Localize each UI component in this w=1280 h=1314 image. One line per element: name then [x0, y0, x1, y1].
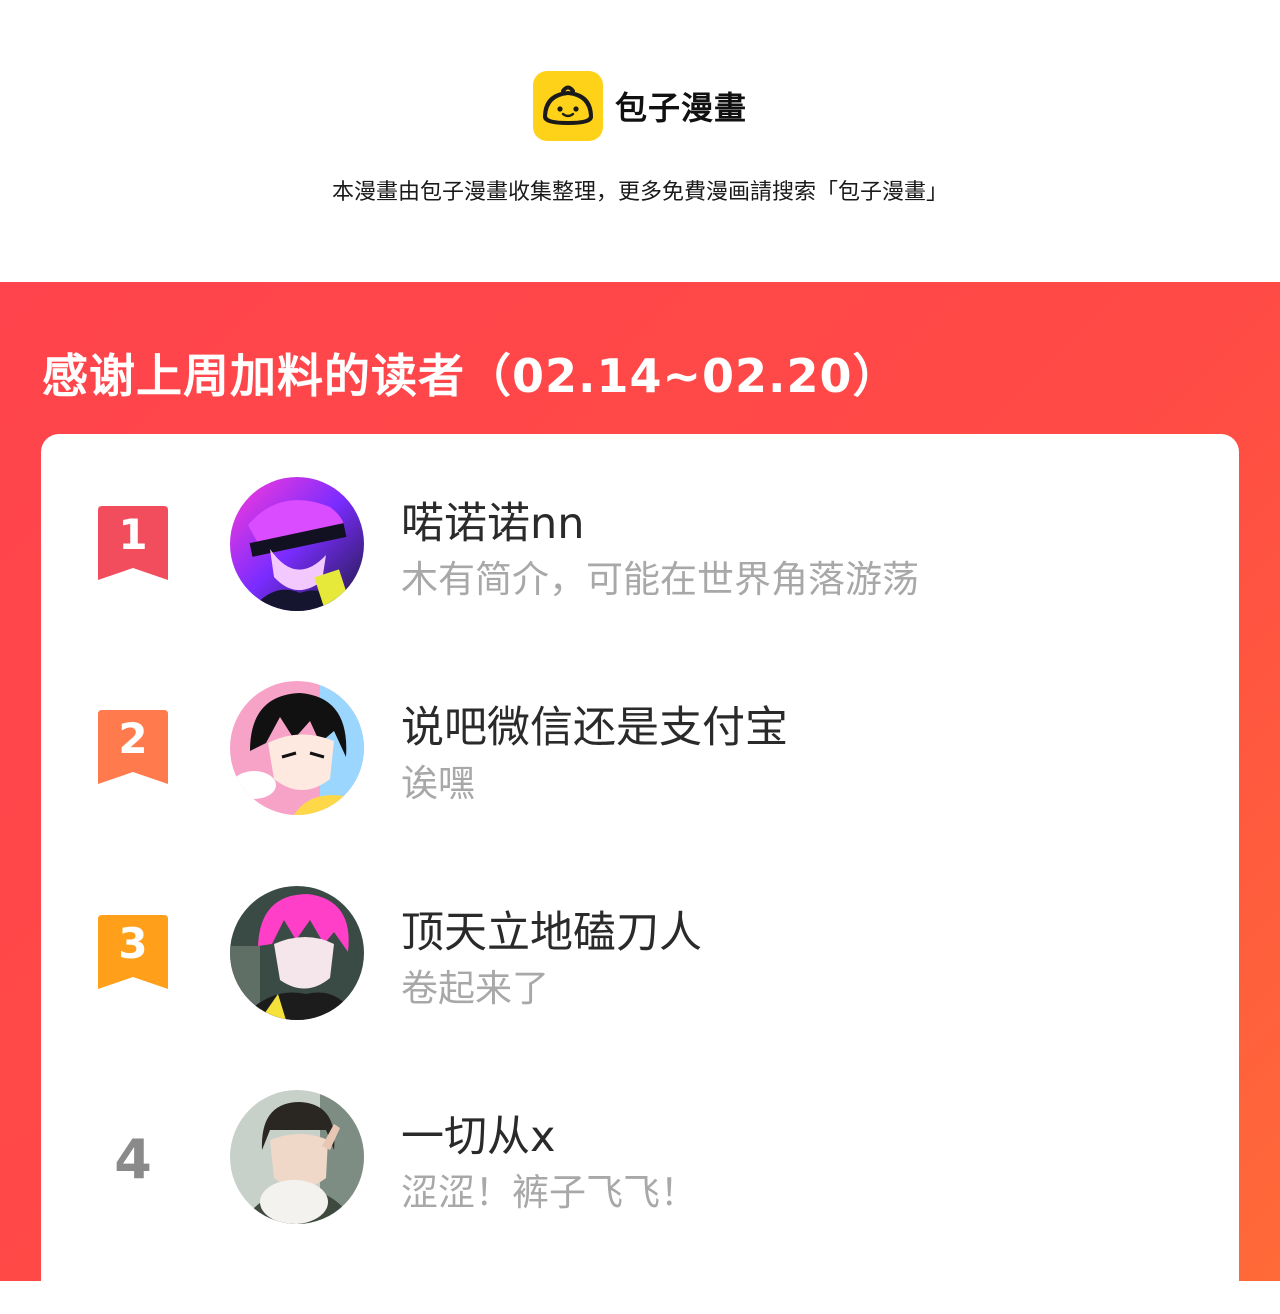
list-item[interactable]: 2 说吧微信还是支付宝 诶嘿	[41, 679, 1239, 819]
reader-name: 喏诺诺nn	[401, 499, 585, 549]
list-item[interactable]: 3 顶天立地磕刀人 卷起来了	[41, 884, 1239, 1024]
reader-name: 说吧微信还是支付宝	[401, 703, 788, 753]
reader-bio: 涩涩！裤子飞飞！	[401, 1171, 697, 1214]
rank-badge: 1	[98, 506, 168, 580]
rank-badge: 2	[98, 710, 168, 784]
list-item[interactable]: 1 喏诺诺nn 木有简介，可能在世界角落游荡	[41, 475, 1239, 615]
brand-name: 包子漫畫	[615, 89, 748, 127]
rank-badge: 3	[98, 915, 168, 989]
reader-bio: 木有简介，可能在世界角落游荡	[401, 558, 919, 601]
avatar[interactable]	[230, 886, 364, 1020]
reader-bio: 诶嘿	[401, 762, 475, 805]
supporters-panel: 感谢上周加料的读者（02.14~02.20） 1 喏诺诺nn 木有简介，可能在世…	[0, 282, 1280, 1314]
panel-title: 感谢上周加料的读者（02.14~02.20）	[42, 349, 900, 403]
avatar[interactable]	[230, 1090, 364, 1224]
avatar[interactable]	[230, 477, 364, 611]
reader-bio: 卷起来了	[401, 967, 549, 1010]
list-item[interactable]: 4 一切从x 涩涩！裤子飞飞！	[41, 1088, 1239, 1228]
reader-list: 1 喏诺诺nn 木有简介，可能在世界角落游荡 2 说吧微信还是支付宝 诶嘿 3 …	[41, 434, 1239, 1314]
reader-name: 顶天立地磕刀人	[401, 908, 702, 958]
rank-number: 4	[114, 1128, 152, 1191]
avatar[interactable]	[230, 681, 364, 815]
reader-name: 一切从x	[401, 1112, 556, 1162]
top-header: 包子漫畫 本漫畫由包子漫畫收集整理，更多免費漫画請搜索「包子漫畫」	[0, 0, 1280, 282]
notice-text: 本漫畫由包子漫畫收集整理，更多免費漫画請搜索「包子漫畫」	[331, 180, 948, 205]
steamed-bun-icon	[533, 71, 603, 141]
brand[interactable]: 包子漫畫	[533, 71, 747, 141]
